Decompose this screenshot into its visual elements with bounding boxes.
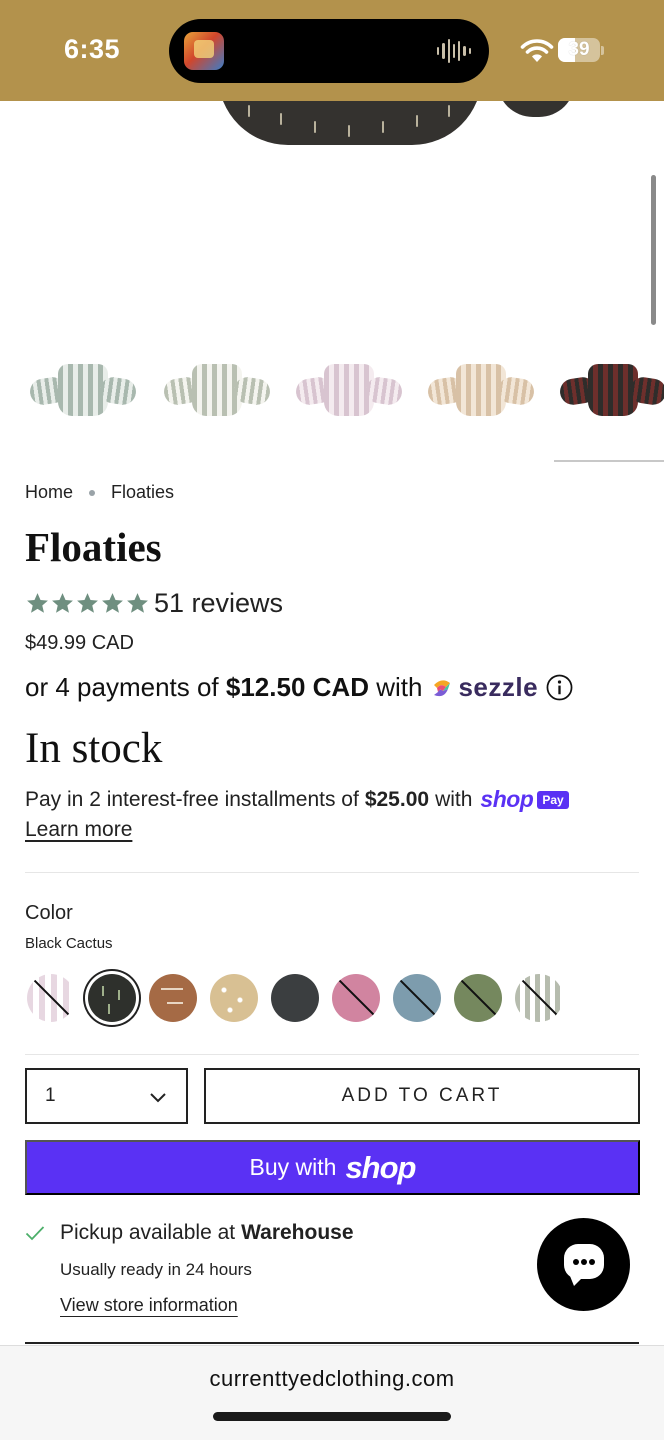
section-divider	[25, 872, 639, 873]
active-thumbnail-indicator	[554, 460, 664, 462]
sezzle-installments: or 4 payments of $12.50 CAD with sezzle	[25, 672, 573, 703]
pickup-location: Warehouse	[241, 1221, 354, 1244]
battery-level: 39	[568, 39, 590, 60]
buy-with-shop-button[interactable]: Buy with shop	[25, 1140, 640, 1195]
breadcrumb-current: Floaties	[111, 482, 175, 502]
chevron-down-icon	[150, 1093, 166, 1103]
quantity-select[interactable]: 1	[25, 1068, 188, 1124]
sezzle-amount: $12.50 CAD	[225, 672, 369, 702]
check-icon	[25, 1226, 45, 1241]
shop-pay-badge: Pay	[537, 790, 569, 809]
shop-pay-amount: $25.00	[364, 787, 430, 811]
pickup-prefix: Pickup available at	[60, 1221, 236, 1244]
swatch-charcoal[interactable]	[271, 974, 319, 1022]
thumbnail-5[interactable]	[558, 350, 664, 430]
add-to-cart-button[interactable]: ADD TO CART	[204, 1068, 640, 1124]
swatch-black-cactus[interactable]	[88, 974, 136, 1022]
wifi-icon	[520, 39, 554, 62]
shop-pay-suffix: with	[435, 787, 473, 811]
section-divider	[25, 1054, 639, 1055]
thumbnail-2[interactable]	[162, 350, 272, 430]
floatie-image-bottom	[218, 101, 482, 145]
reviews-count-link[interactable]: 51 reviews	[154, 588, 283, 619]
section-divider	[25, 1342, 639, 1344]
learn-more-link[interactable]: Learn more	[25, 818, 132, 842]
product-price: $49.99 CAD	[25, 632, 134, 654]
pickup-availability: Pickup available at Warehouse	[25, 1221, 354, 1245]
breadcrumb-separator-icon	[89, 489, 96, 496]
info-icon[interactable]	[546, 674, 573, 701]
shop-logo: shop	[345, 1149, 416, 1185]
thumbnail-4[interactable]	[426, 350, 536, 430]
thumbnail-1[interactable]	[28, 350, 138, 430]
audio-waveform-icon	[437, 36, 471, 66]
product-rating[interactable]: 51 reviews	[25, 588, 283, 619]
star-icon	[77, 593, 98, 613]
sezzle-suffix: with	[368, 672, 423, 702]
chat-bubble-icon	[564, 1244, 604, 1286]
color-swatches	[27, 974, 587, 1024]
page-scrollbar[interactable]	[651, 175, 656, 325]
color-option-label: Color	[25, 902, 73, 924]
sezzle-logo: sezzle	[430, 672, 538, 703]
swatch-rust-desert[interactable]	[149, 974, 197, 1022]
buy-with-label: Buy with	[249, 1154, 337, 1180]
stock-status: In stock	[25, 725, 163, 772]
breadcrumb-home-link[interactable]: Home	[25, 482, 73, 503]
battery-icon: 39	[558, 38, 600, 62]
star-icon	[127, 593, 148, 613]
home-indicator[interactable]	[213, 1412, 451, 1421]
sezzle-brand: sezzle	[458, 672, 539, 702]
status-bar: 6:35 39	[0, 0, 664, 101]
status-time: 6:35	[64, 34, 121, 64]
product-thumbnails	[0, 350, 664, 434]
breadcrumb: Home Floaties	[25, 482, 174, 503]
thumbnail-3[interactable]	[294, 350, 404, 430]
swatch-sage-stripe[interactable]	[515, 974, 563, 1022]
swatch-purple-stripe[interactable]	[27, 974, 75, 1022]
swatch-sage[interactable]	[454, 974, 502, 1022]
swatch-sand-dots[interactable]	[210, 974, 258, 1022]
star-icon	[27, 593, 48, 613]
selected-color-name: Black Cactus	[25, 935, 113, 952]
quantity-value: 1	[45, 1085, 56, 1106]
browser-address-bar[interactable]: currenttyedclothing.com	[0, 1345, 664, 1440]
shop-pay-prefix: Pay in 2 interest-free installments of	[25, 787, 359, 811]
product-main-image[interactable]	[0, 101, 664, 341]
dynamic-island[interactable]	[169, 19, 489, 83]
now-playing-app-icon[interactable]	[184, 32, 224, 70]
sezzle-logo-icon	[434, 679, 451, 696]
shop-pay-installments: Pay in 2 interest-free installments of $…	[25, 786, 569, 813]
product-title: Floaties	[25, 524, 162, 570]
swatch-dusty-blue[interactable]	[393, 974, 441, 1022]
star-icon	[52, 593, 73, 613]
swatch-rose[interactable]	[332, 974, 380, 1022]
url-text[interactable]: currenttyedclothing.com	[0, 1366, 664, 1392]
star-icon	[102, 593, 123, 613]
view-store-information-link[interactable]: View store information	[60, 1295, 238, 1316]
pickup-ready-time: Usually ready in 24 hours	[60, 1260, 252, 1279]
sezzle-prefix: or 4 payments of	[25, 672, 226, 702]
chat-button[interactable]	[537, 1218, 630, 1311]
shop-pay-logo: shop	[480, 786, 534, 812]
